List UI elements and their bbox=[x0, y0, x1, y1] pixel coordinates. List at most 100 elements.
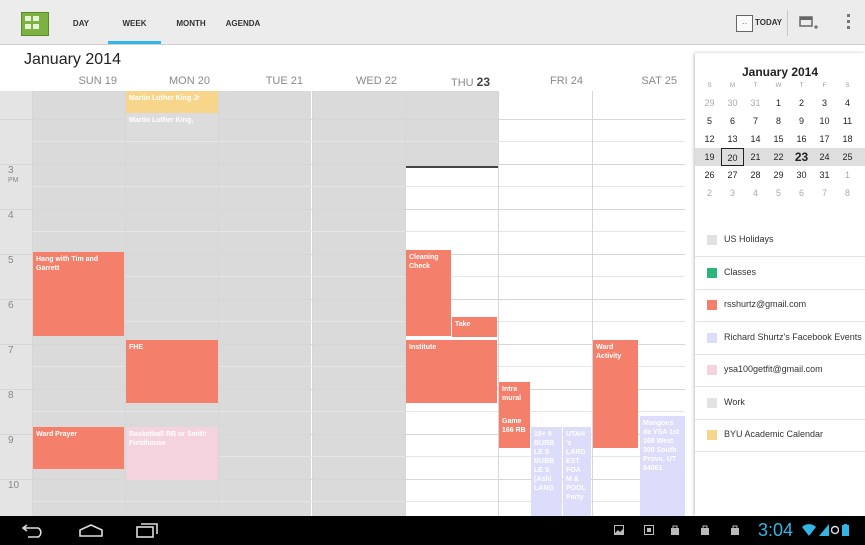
calendar-list-item[interactable]: rsshurtz@gmail.com bbox=[707, 289, 865, 321]
mini-calendar-day[interactable]: 27 bbox=[721, 166, 744, 184]
calendar-list-item[interactable]: Classes bbox=[707, 257, 865, 289]
calendar-event[interactable]: Mangoes de YSA 1st 168 West 300 South Pr… bbox=[640, 416, 685, 516]
calendar-event[interactable]: Martin Luther King, bbox=[126, 113, 218, 137]
mini-calendar-day[interactable]: 3 bbox=[813, 94, 836, 112]
recent-apps-icon[interactable] bbox=[136, 523, 158, 538]
tab-agenda[interactable]: AGENDA bbox=[220, 0, 266, 44]
mini-calendar-day[interactable]: 31 bbox=[744, 94, 767, 112]
mini-calendar-day[interactable]: 9 bbox=[790, 112, 813, 130]
mini-calendar-day[interactable]: 18 bbox=[836, 130, 859, 148]
mini-calendar-day[interactable]: 11 bbox=[836, 112, 859, 130]
calendar-event[interactable]: Hang with Tim and Garrett bbox=[33, 252, 124, 336]
calendar-color-swatch bbox=[707, 332, 717, 343]
mini-calendar-day[interactable]: 24 bbox=[813, 148, 836, 166]
tab-week[interactable]: WEEK bbox=[108, 0, 161, 44]
calendar-event[interactable]: Game 166 RB bbox=[499, 414, 530, 448]
mini-calendar-day[interactable]: 20 bbox=[721, 148, 744, 166]
mini-calendar-day[interactable]: 28 bbox=[744, 166, 767, 184]
calendar-event[interactable]: Intra mural bbox=[499, 382, 530, 414]
mini-calendar-title: January 2014 bbox=[741, 65, 819, 79]
half-hour-gridline bbox=[32, 321, 685, 322]
today-label: TODAY bbox=[755, 18, 783, 27]
mini-calendar-day[interactable]: 8 bbox=[767, 112, 790, 130]
mini-calendar-day[interactable]: 2 bbox=[790, 94, 813, 112]
mini-calendar-day[interactable]: 2 bbox=[698, 184, 721, 202]
day-header-mon[interactable]: MON 20 bbox=[125, 75, 210, 89]
tab-day[interactable]: DAY bbox=[60, 0, 102, 44]
home-icon[interactable] bbox=[78, 523, 104, 538]
wifi-icon bbox=[802, 524, 816, 536]
mini-calendar-day[interactable]: 26 bbox=[698, 166, 721, 184]
tab-month[interactable]: MONTH bbox=[167, 0, 215, 44]
week-grid[interactable]: 3 PM 4 5 6 7 8 9 10 Martin Luther King Jr Martin … bbox=[0, 91, 685, 516]
calendar-event[interactable]: Basketball RB or Smith Fieldhouse bbox=[126, 427, 218, 480]
calendar-name: Work bbox=[724, 396, 745, 407]
battery-icon bbox=[842, 524, 849, 536]
mini-calendar-day[interactable]: 8 bbox=[836, 184, 859, 202]
mini-calendar-day[interactable]: 4 bbox=[836, 94, 859, 112]
event-title: Mangoes de YSA 1st 168 West 300 South Pr… bbox=[643, 420, 680, 472]
calendar-notification-icon bbox=[644, 525, 654, 535]
new-event-icon[interactable] bbox=[799, 15, 819, 31]
mini-calendar-day[interactable]: 17 bbox=[813, 130, 836, 148]
calendar-event[interactable]: Institute bbox=[406, 340, 497, 403]
calendar-list-item[interactable]: BYU Academic Calendar bbox=[707, 419, 865, 451]
overflow-menu-icon[interactable] bbox=[846, 14, 852, 32]
hour-number: 5 bbox=[8, 255, 14, 266]
mini-calendar-day[interactable]: 19 bbox=[698, 148, 721, 166]
mini-calendar-day[interactable]: 14 bbox=[744, 130, 767, 148]
mini-calendar-day[interactable]: 6 bbox=[721, 112, 744, 130]
back-icon[interactable] bbox=[20, 524, 44, 538]
mini-calendar-day[interactable]: 22 bbox=[767, 148, 790, 166]
day-header-wed[interactable]: WED 22 bbox=[312, 75, 397, 89]
day-header-dow: THU bbox=[450, 77, 477, 89]
mini-calendar-day[interactable]: 4 bbox=[744, 184, 767, 202]
mini-calendar-day[interactable]: 30 bbox=[721, 94, 744, 112]
calendar-event[interactable]: Martin Luther King Jr bbox=[126, 91, 218, 113]
calendar-list-item[interactable]: Richard Shurtz's Facebook Events bbox=[707, 322, 865, 354]
calendar-event[interactable]: 18+ 9 BURB LE S BUBB LE S (Ashl LANG bbox=[531, 427, 562, 516]
event-title: 18+ 9 BURB LE S BUBB LE S (Ashl LANG bbox=[534, 431, 555, 492]
calendar-list-item[interactable]: ysa100getfit@gmail.com bbox=[707, 354, 865, 386]
calendar-event[interactable]: Cleaning Check bbox=[406, 250, 451, 336]
calendar-list-item[interactable]: US Holidays bbox=[707, 224, 865, 256]
mini-calendar-day[interactable]: 30 bbox=[790, 166, 813, 184]
mini-calendar-day[interactable]: 6 bbox=[790, 184, 813, 202]
mini-calendar-day[interactable]: 7 bbox=[813, 184, 836, 202]
mini-calendar-day[interactable]: 29 bbox=[767, 166, 790, 184]
mini-calendar-day[interactable]: 3 bbox=[721, 184, 744, 202]
mini-calendar-day[interactable]: 13 bbox=[721, 130, 744, 148]
mini-calendar-day[interactable]: 7 bbox=[744, 112, 767, 130]
calendar-app-icon[interactable] bbox=[21, 12, 49, 36]
mini-calendar-day[interactable]: 12 bbox=[698, 130, 721, 148]
hour-gridline bbox=[0, 164, 685, 165]
mini-calendar-day[interactable]: 21 bbox=[744, 148, 767, 166]
day-header-sun[interactable]: SUN 19 bbox=[32, 75, 117, 89]
mini-calendar-day[interactable]: 15 bbox=[767, 130, 790, 148]
day-header-sat[interactable]: SAT 25 bbox=[592, 75, 677, 89]
today-button[interactable]: ·· TODAY bbox=[736, 12, 786, 36]
mini-calendar-day[interactable]: 25 bbox=[836, 148, 859, 166]
hour-gridline bbox=[0, 119, 685, 120]
mini-calendar-day[interactable]: 10 bbox=[813, 112, 836, 130]
day-header-dow: FRI bbox=[549, 75, 571, 87]
mini-calendar-day[interactable]: 29 bbox=[698, 94, 721, 112]
mini-calendar-day[interactable]: 31 bbox=[813, 166, 836, 184]
mini-calendar-day[interactable]: 16 bbox=[790, 130, 813, 148]
mini-calendar-day[interactable]: 5 bbox=[767, 184, 790, 202]
calendar-list-item[interactable]: Work bbox=[707, 387, 865, 419]
mini-calendar-day[interactable]: 5 bbox=[698, 112, 721, 130]
calendar-event[interactable]: Take bbox=[452, 317, 497, 337]
day-header-tue[interactable]: TUE 21 bbox=[218, 75, 303, 89]
calendar-event[interactable]: Ward Activity bbox=[593, 340, 638, 448]
mini-calendar-day[interactable]: 1 bbox=[836, 166, 859, 184]
day-header-thu[interactable]: THU 23 bbox=[405, 75, 490, 89]
day-header-fri[interactable]: FRI 24 bbox=[498, 75, 583, 89]
calendar-event[interactable]: UTAH 's LARG EST FOA M & POOL Party bbox=[563, 427, 591, 516]
hour-label: 10 bbox=[8, 481, 19, 491]
mini-calendar-day[interactable]: 23 bbox=[790, 148, 813, 166]
calendar-name: BYU Academic Calendar bbox=[724, 429, 824, 439]
mini-calendar-day[interactable]: 1 bbox=[767, 94, 790, 112]
calendar-event[interactable]: Ward Prayer bbox=[33, 427, 124, 469]
calendar-event[interactable]: FHE bbox=[126, 340, 218, 403]
